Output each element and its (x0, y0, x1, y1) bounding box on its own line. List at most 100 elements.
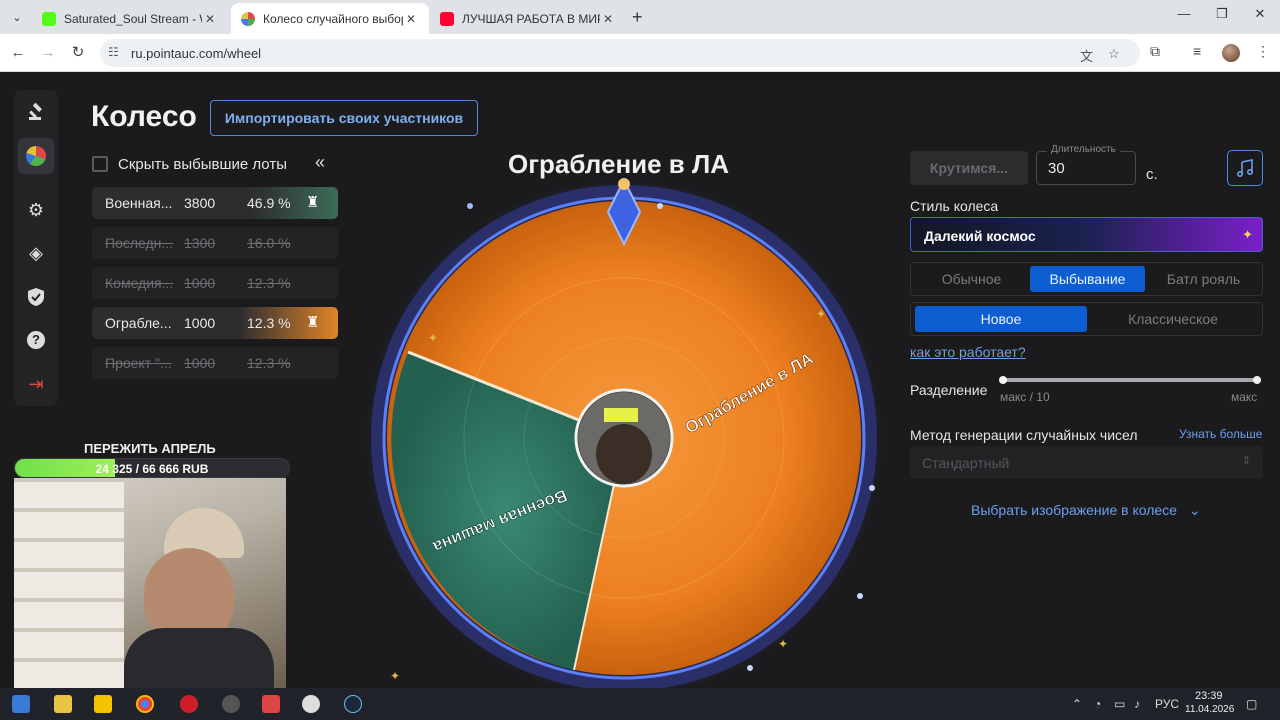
music-note-icon[interactable] (1227, 150, 1263, 186)
obs-icon[interactable] (302, 695, 320, 713)
wheel-favicon-icon (241, 11, 255, 26)
bookmark-star-icon[interactable]: ☆ (1108, 46, 1120, 62)
steam-icon[interactable] (344, 695, 362, 713)
back-arrow-icon[interactable]: ← (7, 42, 29, 64)
lot-row[interactable]: Проект "... 1000 12.3 % (92, 347, 338, 379)
duration-label: Длительность (1047, 144, 1120, 155)
address-bar[interactable]: ☷ ru.pointauc.com/wheel 文 ☆ (100, 39, 1140, 67)
lightbulb-icon[interactable]: ♜ (306, 193, 319, 211)
lot-name: Военная... (105, 195, 173, 211)
how-it-works-link[interactable]: как это работает? (910, 344, 1026, 360)
tab-close-icon[interactable]: ✕ (202, 12, 218, 26)
start-windows-icon[interactable] (12, 695, 30, 713)
shield-check-icon[interactable] (18, 279, 54, 315)
split-slider-thumb-min[interactable] (999, 376, 1007, 384)
mode-option-battle-royale[interactable]: Батл рояль (1146, 266, 1261, 292)
sparkle-icon: ✦ (390, 669, 400, 683)
wheel-style-label: Стиль колеса (910, 198, 999, 214)
taskbar-app-icon[interactable] (222, 695, 240, 713)
battery-icon[interactable]: ▭ (1114, 697, 1125, 711)
pointer-gem (618, 178, 630, 190)
variant-option-classic[interactable]: Классическое (1087, 306, 1259, 332)
lightbulb-icon[interactable]: ♜ (306, 313, 319, 331)
youtube-favicon-icon (440, 11, 454, 26)
chrome-icon[interactable] (136, 695, 154, 713)
lot-percent: 12.3 % (247, 315, 291, 331)
profile-avatar[interactable] (1222, 44, 1240, 62)
lot-amount: 1000 (184, 275, 216, 291)
settings-gear-icon[interactable]: ⚙ (18, 192, 54, 228)
volume-icon[interactable]: ♪ (1134, 697, 1140, 711)
star-dot (467, 203, 473, 209)
window-close-icon[interactable]: ✕ (1248, 6, 1272, 22)
tab-title: Saturated_Soul Stream - Watch (64, 11, 202, 26)
variant-option-new[interactable]: Новое (915, 306, 1087, 332)
donation-goal-bar: 24 325 / 66 666 RUB (14, 458, 290, 478)
url-text[interactable]: ru.pointauc.com/wheel (131, 46, 261, 61)
lot-row[interactable]: Ограбле... 1000 12.3 % ♜ (92, 307, 338, 339)
wheel-pie-icon[interactable] (18, 138, 54, 174)
pick-wheel-image-button[interactable]: Выбрать изображение в колесе ⌄ (971, 502, 1201, 519)
hide-out-lots-label: Скрыть выбывшие лоты (118, 156, 287, 173)
person-shirt (124, 628, 274, 688)
opera-icon[interactable] (180, 695, 198, 713)
collapse-panel-icon[interactable]: « (315, 152, 325, 173)
donation-goal-title: ПЕРЕЖИТЬ АПРЕЛЬ (84, 441, 216, 456)
tab-search-chevron-icon[interactable]: ⌄ (6, 6, 28, 28)
clock-time[interactable]: 23:39 (1195, 690, 1223, 702)
media-queue-icon[interactable]: ≡ (1193, 43, 1201, 59)
lot-row[interactable]: Военная... 3800 46.9 % ♜ (92, 187, 338, 219)
split-slider[interactable] (999, 376, 1261, 384)
tray-chevron-up-icon[interactable]: ⌃ (1072, 697, 1082, 711)
wheel-style-select[interactable]: Далекий космос ✦ (910, 217, 1263, 252)
tab-title: Колесо случайного выбора – Р (263, 11, 403, 26)
tab-close-icon[interactable]: ✕ (600, 12, 616, 26)
tab-title: ЛУЧШАЯ РАБОТА В МИРЕ | пр (462, 11, 600, 26)
lot-amount: 1000 (184, 355, 216, 371)
mode-option-normal[interactable]: Обычное (914, 266, 1029, 292)
spin-button[interactable]: Крутимся... (910, 151, 1028, 185)
logout-icon[interactable]: ⇥ (18, 366, 54, 402)
taskbar-app-icon[interactable] (262, 695, 280, 713)
duration-value[interactable]: 30 (1048, 160, 1065, 177)
network-icon[interactable]: ◔ (1094, 697, 1101, 711)
sparkle-icon: ✦ (778, 637, 788, 651)
site-settings-icon[interactable]: ☷ (108, 45, 124, 61)
minimize-icon[interactable]: — (1172, 6, 1196, 21)
lot-row[interactable]: Комедия... 1000 12.3 % (92, 267, 338, 299)
browser-menu-icon[interactable]: ⋮ (1256, 43, 1270, 60)
clock-date[interactable]: 11.04.2026 (1185, 704, 1234, 715)
extensions-puzzle-icon[interactable]: ⧉ (1150, 43, 1160, 60)
browser-tab-youtube[interactable]: ЛУЧШАЯ РАБОТА В МИРЕ | пр ✕ (430, 3, 626, 34)
rng-method-value: Стандартный (922, 455, 1010, 471)
split-slider-thumb-max[interactable] (1253, 376, 1261, 384)
translate-icon[interactable]: 文 (1080, 46, 1093, 65)
shelf-background (14, 478, 124, 688)
auction-gavel-icon[interactable] (18, 94, 54, 130)
mode-option-elimination[interactable]: Выбывание (1030, 266, 1145, 292)
reload-icon[interactable]: ↻ (67, 42, 89, 64)
lot-percent: 16.0 % (247, 235, 291, 251)
tab-close-icon[interactable]: ✕ (403, 12, 419, 26)
new-tab-plus-icon[interactable]: + (632, 7, 643, 28)
duration-field[interactable]: Длительность 30 (1036, 144, 1136, 185)
input-language[interactable]: РУС (1155, 697, 1179, 711)
chevron-down-icon: ⌄ (1188, 502, 1201, 518)
hide-out-lots-checkbox[interactable] (92, 156, 108, 172)
learn-more-link[interactable]: Узнать больше (1179, 427, 1262, 441)
help-question-icon[interactable]: ? (18, 322, 54, 358)
file-explorer-icon[interactable] (54, 695, 72, 713)
notifications-icon[interactable]: ▢ (1246, 697, 1257, 711)
browser-tab-stream[interactable]: Saturated_Soul Stream - Watch ✕ (32, 3, 228, 34)
forward-arrow-icon[interactable]: → (37, 42, 59, 64)
lot-row[interactable]: Последн... 1300 16.0 % (92, 227, 338, 259)
maximize-icon[interactable]: ❐ (1210, 6, 1234, 22)
lot-name: Последн... (105, 235, 174, 251)
browser-tab-wheel[interactable]: Колесо случайного выбора – Р ✕ (231, 3, 429, 34)
rng-method-select[interactable]: Стандартный ⇕ (910, 446, 1263, 479)
wheel[interactable]: Ограбление в ЛА Военная машина ✦ ✦ ✦ ✦ (360, 172, 900, 688)
layers-icon[interactable]: ◈ (18, 235, 54, 271)
taskbar-app-icon[interactable] (94, 695, 112, 713)
import-participants-button[interactable]: Импортировать своих участников (210, 100, 478, 136)
browser-toolbar: ← → ↻ ☷ ru.pointauc.com/wheel 文 ☆ ⧉ ≡ ⋮ (0, 34, 1280, 72)
